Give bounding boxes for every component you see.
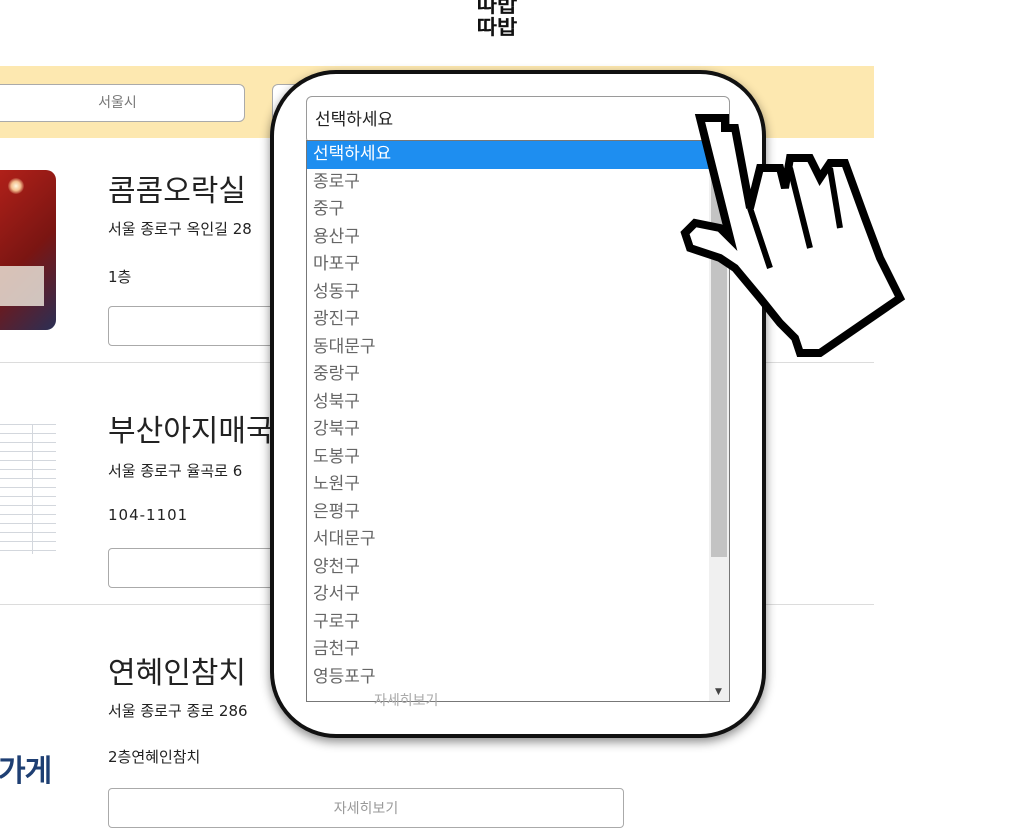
dropdown-option[interactable]: 종로구 (307, 169, 709, 197)
dropdown-option[interactable]: 강북구 (307, 416, 709, 444)
dropdown-option[interactable]: 선택하세요 (307, 141, 709, 169)
district-select[interactable]: 선택하세요 ⌄ (306, 96, 730, 144)
district-dropdown-list[interactable]: 선택하세요 종로구 중구 용산구 마포구 성동구 광진구 동대문구 중랑구 성북구 강북구 도봉구 노원… (306, 140, 730, 702)
store-logo-fragment: 가게 (0, 754, 52, 789)
dropdown-option[interactable]: 노원구 (307, 471, 709, 499)
scroll-down-arrow-icon[interactable]: ▼ (715, 687, 722, 697)
store-address: 서울 종로구 종로 286 (108, 702, 248, 720)
store-address: 서울 종로구 옥인길 28 (108, 220, 252, 238)
dropdown-option[interactable]: 서대문구 (307, 526, 709, 554)
dropdown-option[interactable]: 은평구 (307, 499, 709, 527)
dropdown-option[interactable]: 중구 (307, 196, 709, 224)
city-select[interactable]: 서울시 (0, 84, 245, 122)
dropdown-option[interactable]: 도봉구 (307, 444, 709, 472)
dropdown-option[interactable]: 동대문구 (307, 334, 709, 362)
dropdown-option[interactable]: 마포구 (307, 251, 709, 279)
detail-button-fragment: 자세히보기 (374, 693, 439, 709)
dropdown-option[interactable]: 용산구 (307, 224, 709, 252)
dropdown-option[interactable]: 양천구 (307, 554, 709, 582)
dropdown-option[interactable]: 강서구 (307, 581, 709, 609)
store-address: 서울 종로구 율곡로 6 (108, 462, 243, 480)
dropdown-option[interactable]: 성동구 (307, 279, 709, 307)
pointer-hand-icon (680, 114, 906, 357)
store-name[interactable]: 연혜인참치 (108, 648, 246, 692)
dropdown-option[interactable]: 광진구 (307, 306, 709, 334)
dropdown-option[interactable]: 영등포구 (307, 664, 709, 692)
detail-button[interactable]: 자세히보기 (108, 788, 624, 828)
dropdown-option[interactable]: 구로구 (307, 609, 709, 637)
store-name[interactable]: 콤콤오락실 (108, 166, 246, 210)
store-floor: 1층 (108, 268, 132, 286)
store-thumbnail-menu[interactable] (0, 424, 56, 554)
app-logo: 따밥 따밥 (476, 0, 518, 39)
store-floor: 104-1101 (108, 506, 189, 524)
store-thumbnail[interactable] (0, 170, 56, 330)
dropdown-option[interactable]: 중랑구 (307, 361, 709, 389)
dropdown-option[interactable]: 금천구 (307, 636, 709, 664)
dropdown-option[interactable]: 성북구 (307, 389, 709, 417)
store-floor: 2층연혜인참치 (108, 748, 201, 766)
store-name[interactable]: 부산아지매국 (108, 406, 274, 450)
